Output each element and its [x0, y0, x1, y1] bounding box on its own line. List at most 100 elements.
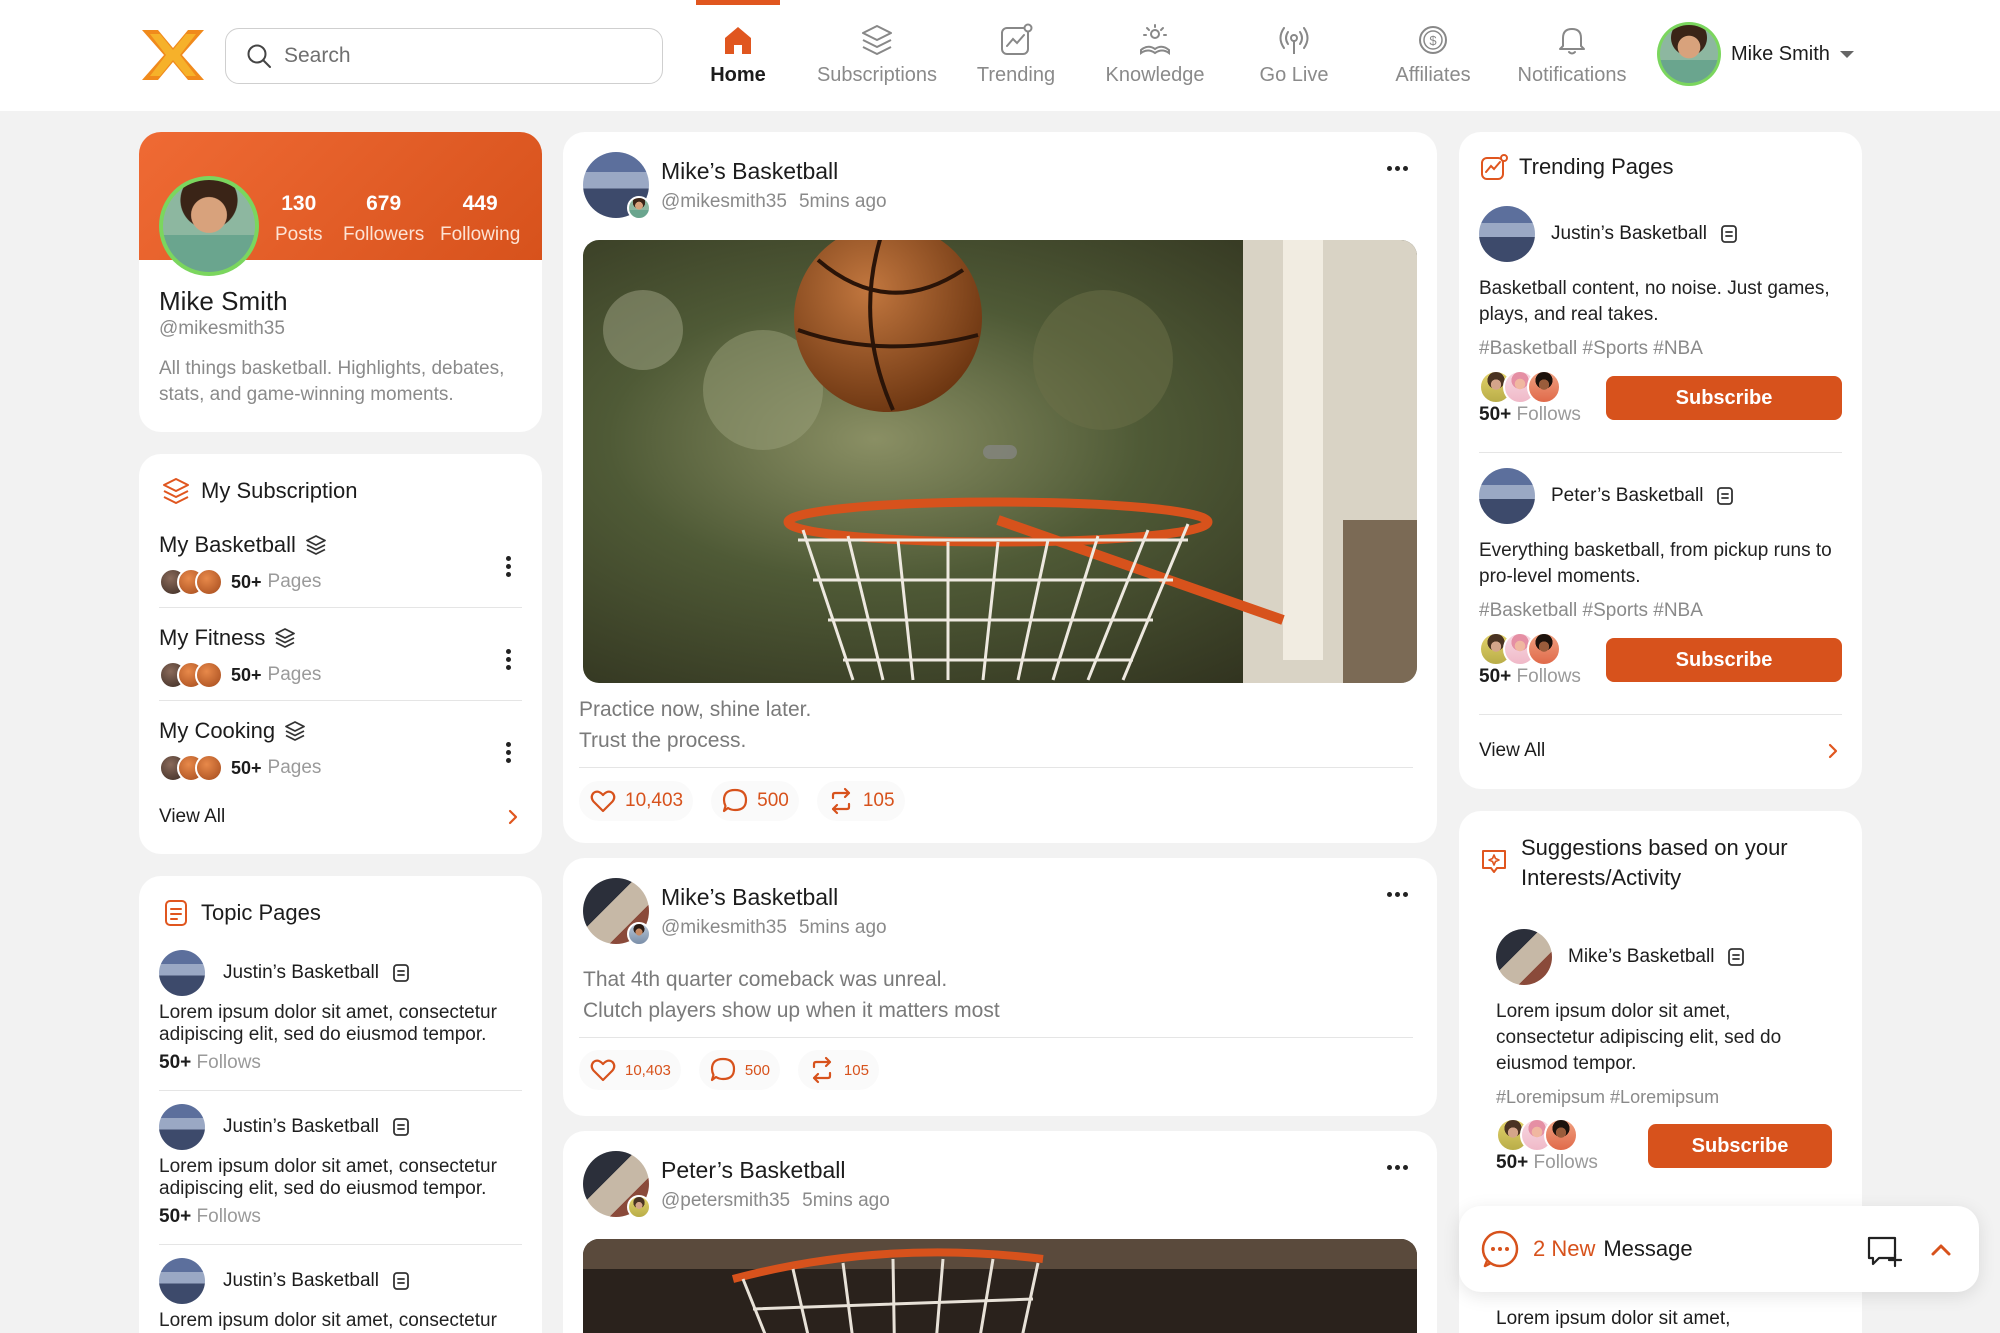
- compose-message-icon[interactable]: [1865, 1232, 1903, 1270]
- divider: [159, 607, 522, 608]
- comment-button[interactable]: 500: [698, 1050, 780, 1090]
- layers-icon: [163, 478, 189, 504]
- author-badge-avatar: [627, 1195, 651, 1219]
- divider: [159, 700, 522, 701]
- nav-go-live-label: Go Live: [1259, 64, 1329, 86]
- more-options-icon[interactable]: [506, 649, 512, 671]
- suggestions-header: Suggestions based on your Interests/Acti…: [1479, 833, 1821, 893]
- app-logo[interactable]: [140, 26, 206, 84]
- trending-view-all[interactable]: View All: [1479, 740, 1842, 762]
- topic-page-description: Lorem ipsum dolor sit amet, consectetur …: [159, 1156, 497, 1199]
- page-avatar: [1496, 929, 1552, 985]
- more-options-icon[interactable]: [506, 742, 512, 764]
- author-badge-avatar: [627, 196, 651, 220]
- trending-pages-card: Trending Pages Justin’s Basketball Baske…: [1459, 132, 1862, 789]
- post-author-name[interactable]: Mike’s Basketball: [661, 884, 887, 911]
- nav-trending[interactable]: Trending: [956, 0, 1076, 111]
- nav-go-live[interactable]: Go Live: [1234, 0, 1354, 111]
- comment-button[interactable]: 500: [711, 781, 799, 821]
- post-more-options-icon[interactable]: [1387, 1165, 1409, 1171]
- trending-page-item[interactable]: Peter’s Basketball Everything basketball…: [1479, 468, 1842, 690]
- subscription-item[interactable]: My Basketball 50+ Pages: [159, 532, 522, 612]
- suggested-page-name: Mike’s Basketball: [1568, 946, 1715, 967]
- message-bar[interactable]: 2 New Message: [1459, 1206, 1979, 1292]
- posts-count: 130: [281, 192, 317, 215]
- layers-icon: [862, 25, 892, 55]
- user-name: Mike Smith: [1731, 42, 1830, 65]
- post-more-options-icon[interactable]: [1387, 166, 1409, 172]
- subscribe-button[interactable]: Subscribe: [1606, 376, 1842, 420]
- post-author-name[interactable]: Peter’s Basketball: [661, 1157, 890, 1184]
- follower-avatars: [1479, 632, 1561, 666]
- followers-stat[interactable]: 679 Followers: [343, 192, 424, 246]
- post-more-options-icon[interactable]: [1387, 892, 1409, 898]
- subscription-count: 50+: [231, 664, 262, 685]
- like-button[interactable]: 10,403: [579, 781, 694, 821]
- page-icon: [393, 1118, 409, 1136]
- post-author-avatar[interactable]: [583, 1151, 651, 1219]
- nav-subscriptions[interactable]: Subscriptions: [817, 0, 937, 111]
- like-button[interactable]: 10,403: [579, 1050, 681, 1090]
- follows-count: 50+: [159, 1206, 192, 1227]
- more-options-icon[interactable]: [506, 556, 512, 578]
- follows-count: 50+: [1479, 666, 1512, 687]
- search-icon: [247, 44, 271, 68]
- comment-icon: [723, 788, 748, 813]
- page-icon: [393, 964, 409, 982]
- divider: [159, 1244, 522, 1245]
- chevron-up-icon[interactable]: [1927, 1236, 1955, 1264]
- post-author-avatar[interactable]: [583, 878, 651, 946]
- post-image[interactable]: [583, 1239, 1417, 1333]
- repost-button[interactable]: 105: [797, 1050, 879, 1090]
- subscription-item[interactable]: My Fitness 50+ Pages: [159, 625, 522, 705]
- page-avatar: [159, 950, 205, 996]
- post-author-name[interactable]: Mike’s Basketball: [661, 158, 887, 185]
- svg-text:$: $: [1429, 33, 1437, 48]
- comment-count: 500: [744, 1061, 770, 1079]
- nav-home[interactable]: Home: [678, 0, 798, 111]
- page-avatars: [159, 568, 223, 596]
- topic-page-item[interactable]: Justin’s Basketball Lorem ipsum dolor si…: [159, 1104, 522, 1228]
- page-avatars: [159, 754, 223, 782]
- post-image[interactable]: [583, 240, 1417, 683]
- post-card: Mike’s Basketball @mikesmith35 5mins ago: [563, 132, 1437, 843]
- suggested-page-item[interactable]: Mike’s Basketball Lorem ipsum dolor sit …: [1496, 929, 1832, 1176]
- broadcast-icon: [1279, 27, 1309, 54]
- nav-notifications[interactable]: Notifications: [1512, 0, 1632, 111]
- subscribe-button[interactable]: Subscribe: [1648, 1124, 1832, 1168]
- profile-avatar[interactable]: [159, 176, 259, 276]
- post-author-handle: @petersmith35: [661, 1189, 791, 1211]
- knowledge-icon: [1140, 24, 1170, 55]
- post-author-avatar[interactable]: [583, 152, 651, 220]
- view-all-label: View All: [1479, 740, 1546, 761]
- follows-count: 50+: [1496, 1152, 1529, 1173]
- repost-button[interactable]: 105: [816, 781, 905, 821]
- post-header: Mike’s Basketball @mikesmith35 5mins ago: [583, 878, 887, 946]
- search-input[interactable]: [284, 44, 644, 68]
- posts-stat[interactable]: 130 Posts: [275, 192, 323, 246]
- layers-icon: [285, 721, 306, 741]
- trending-page-item[interactable]: Justin’s Basketball Basketball content, …: [1479, 206, 1842, 428]
- subscriptions-view-all[interactable]: View All: [159, 806, 522, 828]
- like-count: 10,403: [625, 1061, 671, 1079]
- search-box[interactable]: [225, 28, 663, 84]
- trending-icon: [1481, 154, 1508, 180]
- chevron-right-icon: [508, 809, 518, 825]
- topic-page-item[interactable]: Justin’s Basketball Lorem ipsum dolor si…: [159, 950, 522, 1074]
- user-menu[interactable]: Mike Smith: [1657, 22, 1854, 86]
- nav-affiliates[interactable]: $ Affiliates: [1373, 0, 1493, 111]
- subscription-item[interactable]: My Cooking 50+ Pages: [159, 718, 522, 798]
- following-stat[interactable]: 449 Following: [440, 192, 520, 246]
- topic-page-item[interactable]: Justin’s Basketball Lorem ipsum dolor si…: [159, 1258, 522, 1332]
- view-all-label: View All: [159, 806, 226, 827]
- post-text-line: Clutch players show up when it matters m…: [583, 999, 1000, 1022]
- divider: [579, 1037, 1413, 1038]
- trending-page-description: Everything basketball, from pickup runs …: [1479, 540, 1832, 587]
- trending-icon: [1001, 23, 1033, 55]
- top-navigation-bar: Home Subscriptions Trending Knowledge: [0, 0, 2000, 111]
- divider: [579, 767, 1413, 768]
- nav-knowledge[interactable]: Knowledge: [1095, 0, 1215, 111]
- post-timestamp: 5mins ago: [798, 916, 887, 938]
- subscribe-button[interactable]: Subscribe: [1606, 638, 1842, 682]
- following-count: 449: [462, 192, 498, 215]
